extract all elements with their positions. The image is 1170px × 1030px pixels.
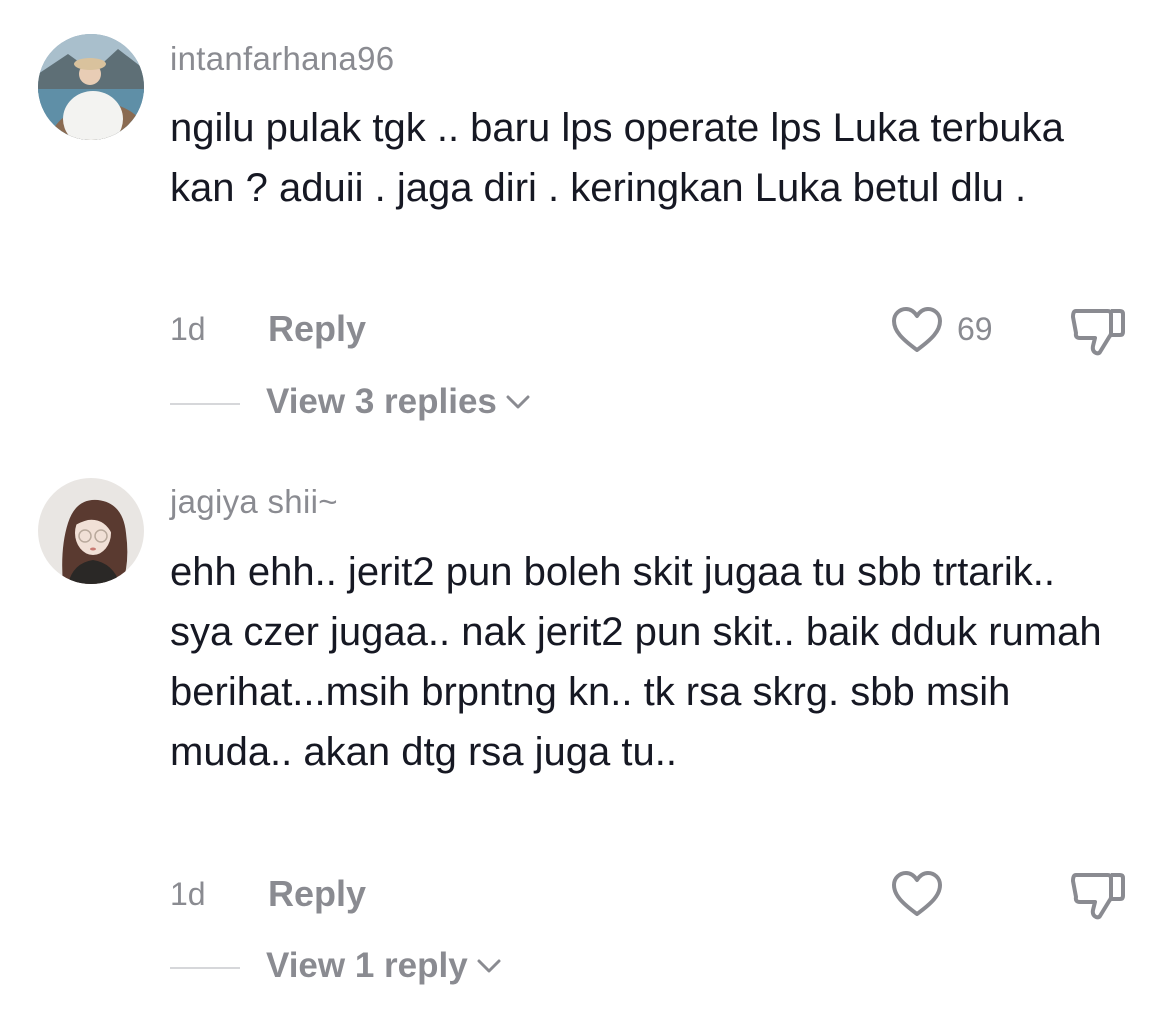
chevron-down-icon — [477, 959, 501, 973]
user-avatar-photo-icon — [38, 34, 144, 140]
view-replies-label: View 1 reply — [266, 946, 468, 985]
avatar[interactable] — [38, 478, 144, 584]
view-replies-button[interactable]: View 1 reply — [266, 946, 502, 986]
view-replies-label: View 3 replies — [266, 382, 497, 421]
comment-item: intanfarhana96 ngilu pulak tgk .. baru l… — [0, 0, 1170, 440]
avatar[interactable] — [38, 34, 144, 140]
chevron-down-icon — [506, 395, 530, 409]
comment-item: jagiya shii~ ehh ehh.. jerit2 pun boleh … — [0, 440, 1170, 1030]
like-count: 69 — [957, 311, 993, 347]
thumbs-down-icon[interactable] — [1070, 305, 1126, 357]
thumbs-down-icon[interactable] — [1070, 869, 1126, 921]
heart-outline-icon[interactable] — [890, 306, 944, 354]
reply-button[interactable]: Reply — [268, 308, 366, 350]
replies-divider — [170, 967, 240, 969]
view-replies-button[interactable]: View 3 replies — [266, 382, 531, 422]
reply-button[interactable]: Reply — [268, 873, 366, 915]
comment-text: ngilu pulak tgk .. baru lps operate lps … — [170, 106, 1064, 210]
comment-timestamp: 1d — [170, 311, 206, 347]
heart-outline-icon[interactable] — [890, 870, 944, 918]
comment-text: ehh ehh.. jerit2 pun boleh skit jugaa tu… — [170, 550, 1102, 774]
comment-username[interactable]: jagiya shii~ — [170, 483, 338, 521]
comment-timestamp: 1d — [170, 876, 206, 912]
comment-username[interactable]: intanfarhana96 — [170, 40, 394, 78]
replies-divider — [170, 403, 240, 405]
user-avatar-illustration-icon — [38, 478, 144, 584]
